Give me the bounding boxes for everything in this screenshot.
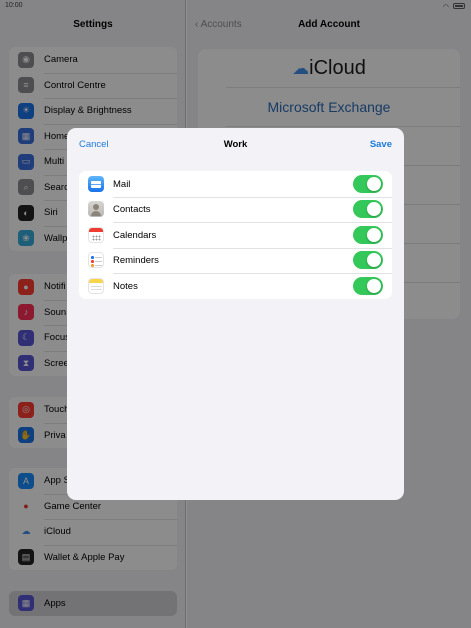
sidebar-item-apps[interactable]: ▦ Apps xyxy=(9,591,177,616)
sync-row-calendars: Calendars xyxy=(79,222,392,248)
contacts-toggle[interactable] xyxy=(353,200,383,219)
sidebar-item-label: Wallet & Apple Pay xyxy=(44,551,125,563)
sidebar-item-label: Focus xyxy=(44,332,70,344)
divider xyxy=(226,87,460,88)
siri-icon: ◐ xyxy=(18,204,34,221)
wifi-icon: ◠ xyxy=(442,4,449,11)
sidebar-item-control-centre[interactable]: ≡ Control Centre xyxy=(9,72,177,99)
provider-exchange[interactable]: Microsoft Exchange xyxy=(198,99,460,115)
game-center-icon: ● xyxy=(18,498,34,515)
sync-row-reminders: Reminders xyxy=(79,247,392,274)
sync-row-mail: Mail xyxy=(79,171,392,197)
display-brightness-icon: ☀ xyxy=(18,102,34,119)
apps-grid-icon: ▦ xyxy=(18,595,34,611)
wallet-icon: ▤ xyxy=(18,549,34,566)
sync-label: Reminders xyxy=(113,255,159,267)
sidebar-item-label: Soun xyxy=(44,306,67,318)
notes-toggle[interactable] xyxy=(353,276,383,295)
wallpaper-icon: ❀ xyxy=(18,230,34,247)
reminders-toggle[interactable] xyxy=(353,251,383,270)
account-sync-modal: Cancel Work Save Mail Contacts Calendars… xyxy=(67,128,404,500)
toggle-knob xyxy=(367,253,381,268)
sidebar-item-label: Display & Brightness xyxy=(44,105,132,117)
screen-time-icon: ⧗ xyxy=(18,355,34,372)
sidebar-item-label: Wallp xyxy=(44,232,68,244)
control-centre-icon: ≡ xyxy=(18,77,34,94)
sidebar-item-label: Notifi xyxy=(44,281,66,293)
sidebar-item-label: Searc xyxy=(44,181,69,193)
camera-icon: ◉ xyxy=(18,51,34,68)
sidebar-item-label: Home xyxy=(44,130,70,142)
icloud-logo-icon: ☁ xyxy=(292,59,310,78)
sidebar-item-label: Siri xyxy=(44,207,58,219)
sidebar-item-label: Camera xyxy=(44,54,78,66)
status-bar: 10:00 ◠ xyxy=(0,0,471,12)
sidebar-item-label: Touch xyxy=(44,404,70,416)
toggle-knob xyxy=(367,202,381,217)
contacts-icon xyxy=(88,201,104,218)
provider-label: iCloud xyxy=(309,57,366,79)
sidebar-item-icloud[interactable]: ☁ iCloud xyxy=(9,519,177,545)
mail-toggle[interactable] xyxy=(353,174,383,193)
toggle-knob xyxy=(367,176,381,191)
icloud-icon: ☁ xyxy=(18,523,34,540)
calendar-icon xyxy=(88,226,104,243)
privacy-icon: ✋ xyxy=(18,427,34,444)
sidebar-item-label: Multi xyxy=(44,156,65,168)
sidebar-item-label: Control Centre xyxy=(44,79,106,91)
page-title: Add Account xyxy=(298,19,360,30)
sync-options-list: Mail Contacts Calendars Reminders Notes xyxy=(79,171,392,299)
sync-label: Notes xyxy=(113,280,138,292)
modal-title: Work xyxy=(223,139,248,150)
sync-label: Contacts xyxy=(113,204,151,216)
touch-id-icon: ◎ xyxy=(18,401,34,418)
sync-row-notes: Notes xyxy=(79,273,392,299)
sidebar-item-label: Apps xyxy=(44,598,66,609)
sidebar-item-label: Scree xyxy=(44,357,69,369)
notifications-icon: ● xyxy=(18,278,34,295)
sidebar-item-display[interactable]: ☀ Display & Brightness xyxy=(9,98,177,124)
search-icon: ⌕ xyxy=(18,179,34,196)
reminders-icon xyxy=(88,252,104,269)
sidebar-item-camera[interactable]: ◉ Camera xyxy=(9,47,177,73)
sync-row-contacts: Contacts xyxy=(79,196,392,223)
sidebar-title: Settings xyxy=(73,19,113,30)
focus-icon: ☾ xyxy=(18,329,34,346)
sync-label: Mail xyxy=(113,178,131,190)
sidebar-item-wallet[interactable]: ▤ Wallet & Apple Pay xyxy=(9,544,177,571)
sidebar-item-label: Priva xyxy=(44,429,66,441)
divider xyxy=(226,126,460,127)
multitasking-icon: ▭ xyxy=(18,153,34,170)
app-store-icon: A xyxy=(18,472,34,489)
battery-icon xyxy=(453,3,465,9)
toggle-knob xyxy=(367,227,381,242)
sounds-icon: ♪ xyxy=(18,304,34,321)
home-screen-icon: ▦ xyxy=(18,128,34,145)
sidebar-item-label: iCloud xyxy=(44,526,71,538)
calendars-toggle[interactable] xyxy=(353,225,383,244)
sidebar-item-label: Game Center xyxy=(44,500,102,512)
save-button[interactable]: Save xyxy=(370,139,392,150)
status-time: 10:00 xyxy=(5,2,23,9)
provider-icloud[interactable]: ☁iCloud xyxy=(198,57,460,80)
toggle-knob xyxy=(367,278,381,293)
mail-icon xyxy=(88,175,104,192)
notes-icon xyxy=(88,277,104,294)
sync-label: Calendars xyxy=(113,229,157,241)
sidebar-item-label: App S xyxy=(44,475,70,487)
